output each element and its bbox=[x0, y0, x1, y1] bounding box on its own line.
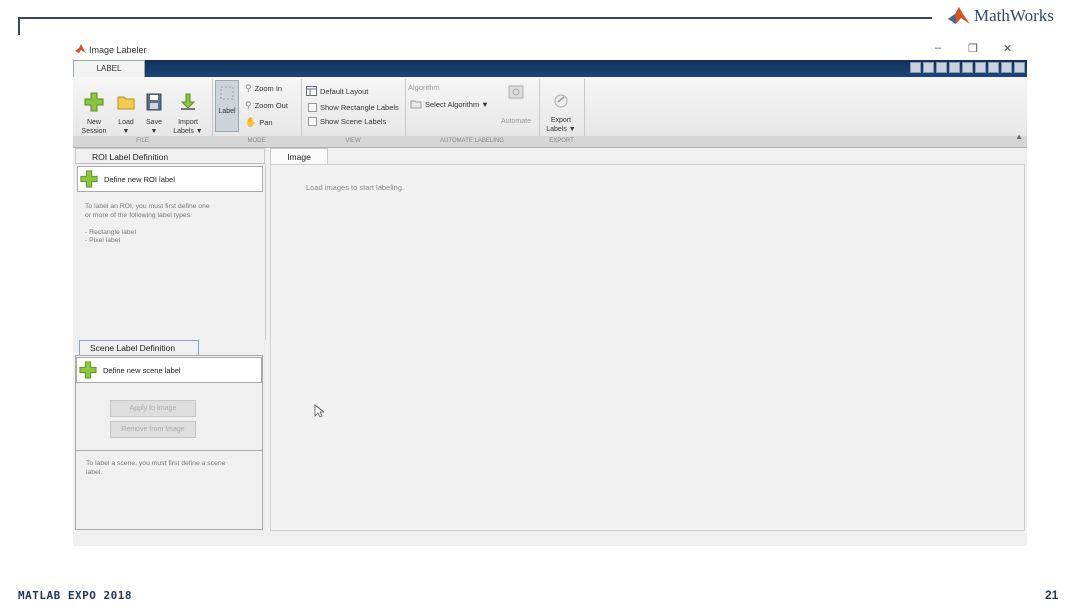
brand-name: MathWorks bbox=[974, 6, 1054, 25]
slide-header-rule-tick bbox=[18, 17, 20, 35]
automate-button[interactable]: Automate bbox=[495, 83, 537, 126]
load-label: Load ▼ bbox=[118, 119, 134, 135]
checkbox-icon bbox=[308, 103, 317, 112]
quick-access-icon[interactable] bbox=[936, 62, 947, 73]
roi-panel: Define new ROI label To label an ROI, yo… bbox=[75, 164, 266, 340]
define-roi-label-button[interactable]: Define new ROI label bbox=[77, 166, 263, 192]
slide-header-rule bbox=[18, 17, 932, 19]
save-icon bbox=[146, 93, 162, 111]
mouse-cursor-icon bbox=[314, 404, 324, 418]
define-scene-label-text: Define new scene label bbox=[103, 365, 181, 375]
mode-section-label: MODE bbox=[247, 138, 266, 144]
export-icon bbox=[554, 94, 568, 108]
label-mode-button[interactable]: Label bbox=[215, 80, 239, 132]
quick-access-icon[interactable] bbox=[923, 62, 934, 73]
collapse-ribbon-icon[interactable]: ▲ bbox=[1015, 132, 1023, 141]
add-icon bbox=[79, 361, 97, 379]
mathworks-logo: MathWorks bbox=[948, 6, 1054, 26]
automate-icon bbox=[508, 85, 524, 99]
window-title: Image Labeler bbox=[89, 45, 147, 55]
ribbon-toolstrip: New Session Load ▼ Save ▼ Import Labels … bbox=[73, 77, 1027, 148]
label-mode-label: Label bbox=[218, 108, 236, 115]
show-rectangle-labels-checkbox[interactable]: Show Rectangle Labels bbox=[308, 103, 399, 112]
zoom-in-icon: ⚲ bbox=[245, 83, 252, 93]
new-session-label: New Session bbox=[81, 119, 107, 135]
minimize-button[interactable]: – bbox=[935, 42, 941, 54]
zoom-in-label: Zoom In bbox=[254, 84, 283, 93]
quick-access-icon[interactable] bbox=[910, 62, 921, 73]
ribbon-section-labels: FILE MODE VIEW AUTOMATE LABELING EXPORT bbox=[73, 136, 1027, 147]
show-scene-labels-checkbox[interactable]: Show Scene Labels bbox=[308, 117, 386, 126]
zoom-in-button[interactable]: ⚲ Zoom In bbox=[245, 83, 282, 94]
scene-panel-divider bbox=[76, 450, 262, 451]
roi-panel-title: ROI Label Definition bbox=[75, 148, 265, 164]
add-icon bbox=[80, 170, 98, 188]
tab-label[interactable]: LABEL bbox=[73, 60, 145, 77]
show-rectangle-labels-label: Show Rectangle Labels bbox=[320, 103, 399, 112]
image-display-area[interactable]: Load images to start labeling. bbox=[270, 164, 1025, 531]
quick-access-icon[interactable] bbox=[962, 62, 973, 73]
rectangle-select-icon bbox=[220, 86, 234, 100]
select-algorithm-dropdown[interactable]: Select Algorithm ▼ bbox=[410, 99, 489, 109]
import-labels-label: Import Labels ▼ bbox=[173, 119, 203, 135]
title-bar: Image Labeler – ❐ ✕ bbox=[73, 40, 1027, 60]
checkbox-icon bbox=[308, 117, 317, 126]
quick-access-icon[interactable] bbox=[949, 62, 960, 73]
roi-help-text: To label an ROI, you must first define o… bbox=[85, 203, 210, 244]
help-icon[interactable] bbox=[1014, 62, 1025, 73]
layout-icon bbox=[306, 86, 317, 96]
load-button[interactable]: Load ▼ bbox=[113, 83, 139, 136]
file-section-label: FILE bbox=[136, 138, 149, 144]
save-label: Save ▼ bbox=[146, 119, 162, 135]
image-empty-message: Load images to start labeling. bbox=[306, 183, 404, 192]
default-layout-label: Default Layout bbox=[320, 86, 369, 96]
scene-help-text: To label a scene, you must first define … bbox=[86, 460, 226, 476]
save-button[interactable]: Save ▼ bbox=[141, 83, 167, 136]
select-algorithm-label: Select Algorithm ▼ bbox=[425, 99, 489, 109]
define-roi-label-text: Define new ROI label bbox=[104, 174, 175, 184]
export-section-label: EXPORT bbox=[549, 138, 574, 144]
pan-icon: ✋ bbox=[245, 117, 257, 127]
zoom-out-label: Zoom Out bbox=[254, 101, 288, 110]
matlab-app-icon bbox=[75, 44, 86, 53]
add-icon bbox=[84, 92, 104, 112]
membrane-logo-icon bbox=[948, 7, 970, 24]
import-icon bbox=[180, 93, 196, 110]
zoom-out-icon: ⚲ bbox=[245, 100, 252, 110]
zoom-out-button[interactable]: ⚲ Zoom Out bbox=[245, 100, 288, 111]
quick-access-icon[interactable] bbox=[1001, 62, 1012, 73]
image-tab[interactable]: Image bbox=[270, 148, 328, 164]
export-labels-button[interactable]: Export Labels ▼ bbox=[541, 83, 581, 134]
scene-panel: Define new scene label Apply to Image Re… bbox=[75, 355, 263, 530]
define-scene-label-button[interactable]: Define new scene label bbox=[76, 357, 262, 383]
automate-section-label: AUTOMATE LABELING bbox=[440, 138, 504, 144]
page-number: 21 bbox=[1045, 588, 1059, 602]
view-section-label: VIEW bbox=[345, 138, 361, 144]
import-labels-button[interactable]: Import Labels ▼ bbox=[170, 83, 206, 136]
pan-label: Pan bbox=[259, 118, 273, 127]
image-labeler-window: Image Labeler – ❐ ✕ LABEL New Session Lo… bbox=[73, 40, 1027, 546]
folder-icon bbox=[117, 96, 135, 110]
event-footer: MATLAB EXPO 2018 bbox=[18, 589, 132, 602]
pan-button[interactable]: ✋ Pan bbox=[245, 117, 273, 128]
quick-access-icon[interactable] bbox=[988, 62, 999, 73]
folder-icon bbox=[410, 100, 422, 109]
close-button[interactable]: ✕ bbox=[1003, 42, 1012, 55]
ribbon-tabstrip: LABEL bbox=[73, 60, 1027, 77]
export-labels-label: Export Labels ▼ bbox=[546, 117, 576, 133]
automate-label: Automate bbox=[501, 118, 531, 125]
quick-access-toolbar bbox=[910, 62, 1025, 73]
default-layout-button[interactable]: Default Layout bbox=[306, 86, 368, 96]
quick-access-icon[interactable] bbox=[975, 62, 986, 73]
scene-panel-title: Scene Label Definition bbox=[79, 340, 199, 355]
new-session-button[interactable]: New Session bbox=[77, 83, 111, 136]
remove-from-image-button[interactable]: Remove from Image bbox=[110, 421, 196, 438]
restore-button[interactable]: ❐ bbox=[968, 42, 978, 55]
algorithm-heading: Algorithm bbox=[408, 83, 440, 92]
apply-to-image-button[interactable]: Apply to Image bbox=[110, 400, 196, 417]
show-scene-labels-label: Show Scene Labels bbox=[320, 117, 387, 126]
